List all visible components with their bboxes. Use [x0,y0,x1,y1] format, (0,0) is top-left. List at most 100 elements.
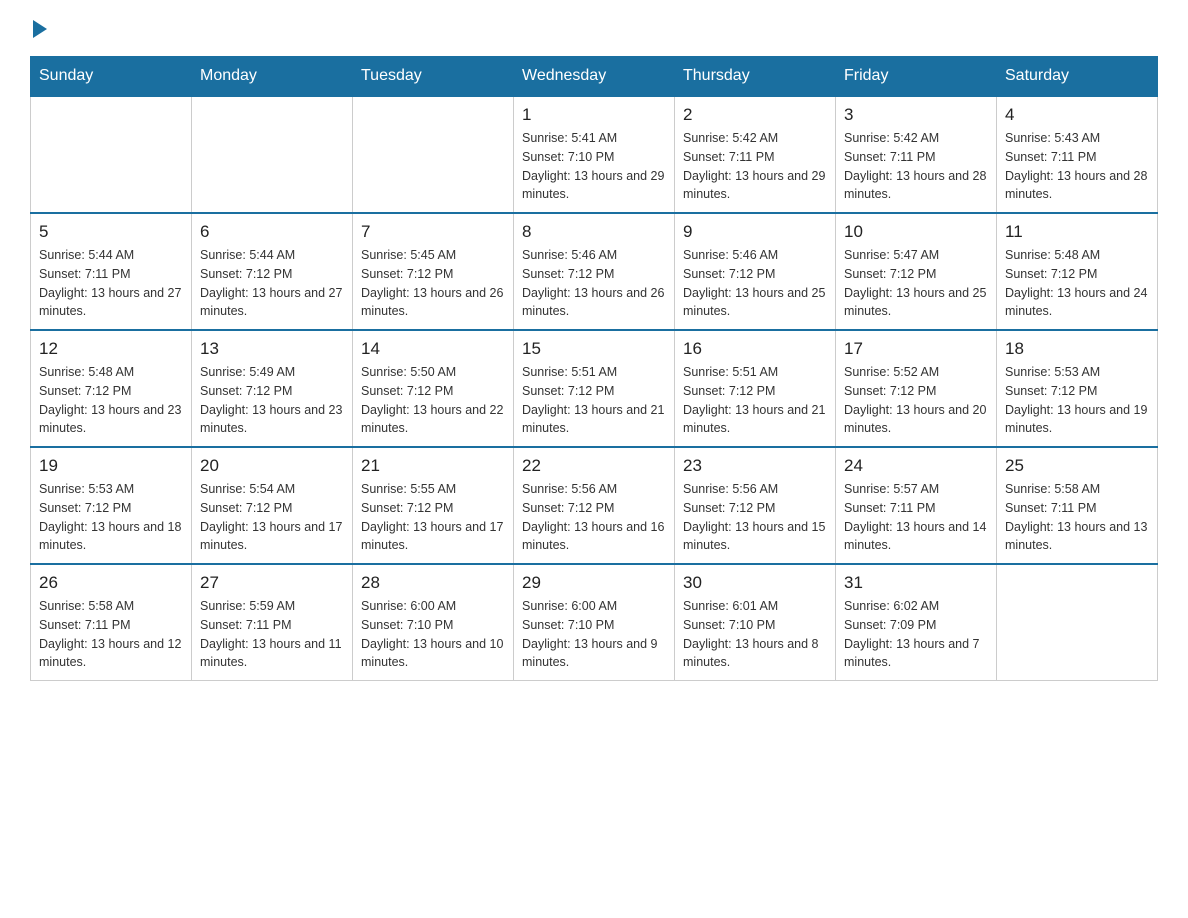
day-info: Sunrise: 6:01 AM Sunset: 7:10 PM Dayligh… [683,597,827,672]
day-info: Sunrise: 5:58 AM Sunset: 7:11 PM Dayligh… [39,597,183,672]
day-info: Sunrise: 5:46 AM Sunset: 7:12 PM Dayligh… [522,246,666,321]
calendar-week-row: 12 Sunrise: 5:48 AM Sunset: 7:12 PM Dayli… [31,330,1158,447]
col-monday: Monday [192,57,353,97]
day-number: 26 [39,573,183,593]
day-number: 21 [361,456,505,476]
day-info: Sunrise: 5:46 AM Sunset: 7:12 PM Dayligh… [683,246,827,321]
calendar-week-row: 19 Sunrise: 5:53 AM Sunset: 7:12 PM Dayli… [31,447,1158,564]
day-number: 2 [683,105,827,125]
table-row: 31 Sunrise: 6:02 AM Sunset: 7:09 PM Dayli… [836,564,997,681]
day-info: Sunrise: 5:48 AM Sunset: 7:12 PM Dayligh… [1005,246,1149,321]
table-row [31,96,192,213]
day-number: 14 [361,339,505,359]
day-number: 6 [200,222,344,242]
day-info: Sunrise: 5:50 AM Sunset: 7:12 PM Dayligh… [361,363,505,438]
col-friday: Friday [836,57,997,97]
day-number: 19 [39,456,183,476]
day-info: Sunrise: 6:00 AM Sunset: 7:10 PM Dayligh… [522,597,666,672]
table-row: 15 Sunrise: 5:51 AM Sunset: 7:12 PM Dayli… [514,330,675,447]
day-number: 22 [522,456,666,476]
day-info: Sunrise: 5:44 AM Sunset: 7:12 PM Dayligh… [200,246,344,321]
day-info: Sunrise: 5:53 AM Sunset: 7:12 PM Dayligh… [39,480,183,555]
day-info: Sunrise: 5:58 AM Sunset: 7:11 PM Dayligh… [1005,480,1149,555]
table-row: 30 Sunrise: 6:01 AM Sunset: 7:10 PM Dayli… [675,564,836,681]
day-number: 17 [844,339,988,359]
col-sunday: Sunday [31,57,192,97]
day-number: 3 [844,105,988,125]
day-info: Sunrise: 6:00 AM Sunset: 7:10 PM Dayligh… [361,597,505,672]
day-number: 8 [522,222,666,242]
table-row: 19 Sunrise: 5:53 AM Sunset: 7:12 PM Dayli… [31,447,192,564]
day-number: 9 [683,222,827,242]
table-row: 26 Sunrise: 5:58 AM Sunset: 7:11 PM Dayli… [31,564,192,681]
table-row: 23 Sunrise: 5:56 AM Sunset: 7:12 PM Dayli… [675,447,836,564]
day-info: Sunrise: 5:52 AM Sunset: 7:12 PM Dayligh… [844,363,988,438]
day-number: 30 [683,573,827,593]
logo [30,20,47,36]
table-row: 18Sunrise: 5:53 AM Sunset: 7:12 PM Dayli… [997,330,1158,447]
day-info: Sunrise: 5:42 AM Sunset: 7:11 PM Dayligh… [683,129,827,204]
table-row: 25 Sunrise: 5:58 AM Sunset: 7:11 PM Dayli… [997,447,1158,564]
logo-triangle-icon [33,20,47,38]
day-number: 1 [522,105,666,125]
col-wednesday: Wednesday [514,57,675,97]
day-info: Sunrise: 5:51 AM Sunset: 7:12 PM Dayligh… [683,363,827,438]
col-tuesday: Tuesday [353,57,514,97]
day-number: 28 [361,573,505,593]
day-number: 16 [683,339,827,359]
col-thursday: Thursday [675,57,836,97]
calendar-week-row: 5 Sunrise: 5:44 AM Sunset: 7:11 PM Daylig… [31,213,1158,330]
day-number: 23 [683,456,827,476]
table-row: 22Sunrise: 5:56 AM Sunset: 7:12 PM Dayli… [514,447,675,564]
col-saturday: Saturday [997,57,1158,97]
table-row: 29Sunrise: 6:00 AM Sunset: 7:10 PM Dayli… [514,564,675,681]
day-info: Sunrise: 5:44 AM Sunset: 7:11 PM Dayligh… [39,246,183,321]
day-number: 27 [200,573,344,593]
table-row: 20 Sunrise: 5:54 AM Sunset: 7:12 PM Dayli… [192,447,353,564]
day-number: 24 [844,456,988,476]
day-number: 25 [1005,456,1149,476]
calendar-week-row: 1 Sunrise: 5:41 AM Sunset: 7:10 PM Daylig… [31,96,1158,213]
day-number: 4 [1005,105,1149,125]
day-info: Sunrise: 5:57 AM Sunset: 7:11 PM Dayligh… [844,480,988,555]
table-row: 17 Sunrise: 5:52 AM Sunset: 7:12 PM Dayli… [836,330,997,447]
day-number: 18 [1005,339,1149,359]
day-info: Sunrise: 5:55 AM Sunset: 7:12 PM Dayligh… [361,480,505,555]
table-row: 21 Sunrise: 5:55 AM Sunset: 7:12 PM Dayli… [353,447,514,564]
table-row: 28 Sunrise: 6:00 AM Sunset: 7:10 PM Dayli… [353,564,514,681]
day-info: Sunrise: 5:54 AM Sunset: 7:12 PM Dayligh… [200,480,344,555]
calendar-week-row: 26 Sunrise: 5:58 AM Sunset: 7:11 PM Dayli… [31,564,1158,681]
page-header [30,20,1158,36]
calendar-header-row: Sunday Monday Tuesday Wednesday Thursday… [31,57,1158,97]
day-info: Sunrise: 5:48 AM Sunset: 7:12 PM Dayligh… [39,363,183,438]
day-info: Sunrise: 5:42 AM Sunset: 7:11 PM Dayligh… [844,129,988,204]
table-row: 10Sunrise: 5:47 AM Sunset: 7:12 PM Dayli… [836,213,997,330]
day-number: 15 [522,339,666,359]
day-info: Sunrise: 5:41 AM Sunset: 7:10 PM Dayligh… [522,129,666,204]
day-info: Sunrise: 5:59 AM Sunset: 7:11 PM Dayligh… [200,597,344,672]
day-number: 20 [200,456,344,476]
day-number: 12 [39,339,183,359]
table-row: 13Sunrise: 5:49 AM Sunset: 7:12 PM Dayli… [192,330,353,447]
day-info: Sunrise: 5:56 AM Sunset: 7:12 PM Dayligh… [683,480,827,555]
day-info: Sunrise: 6:02 AM Sunset: 7:09 PM Dayligh… [844,597,988,672]
day-number: 31 [844,573,988,593]
table-row: 1 Sunrise: 5:41 AM Sunset: 7:10 PM Daylig… [514,96,675,213]
day-info: Sunrise: 5:47 AM Sunset: 7:12 PM Dayligh… [844,246,988,321]
table-row: 24 Sunrise: 5:57 AM Sunset: 7:11 PM Dayli… [836,447,997,564]
table-row: 5 Sunrise: 5:44 AM Sunset: 7:11 PM Daylig… [31,213,192,330]
day-number: 5 [39,222,183,242]
table-row [353,96,514,213]
table-row: 12 Sunrise: 5:48 AM Sunset: 7:12 PM Dayli… [31,330,192,447]
day-info: Sunrise: 5:43 AM Sunset: 7:11 PM Dayligh… [1005,129,1149,204]
table-row: 9 Sunrise: 5:46 AM Sunset: 7:12 PM Daylig… [675,213,836,330]
table-row [192,96,353,213]
table-row: 2 Sunrise: 5:42 AM Sunset: 7:11 PM Daylig… [675,96,836,213]
day-info: Sunrise: 5:51 AM Sunset: 7:12 PM Dayligh… [522,363,666,438]
day-number: 13 [200,339,344,359]
table-row: 8 Sunrise: 5:46 AM Sunset: 7:12 PM Daylig… [514,213,675,330]
table-row: 27 Sunrise: 5:59 AM Sunset: 7:11 PM Dayli… [192,564,353,681]
day-number: 11 [1005,222,1149,242]
day-number: 7 [361,222,505,242]
table-row: 11 Sunrise: 5:48 AM Sunset: 7:12 PM Dayli… [997,213,1158,330]
